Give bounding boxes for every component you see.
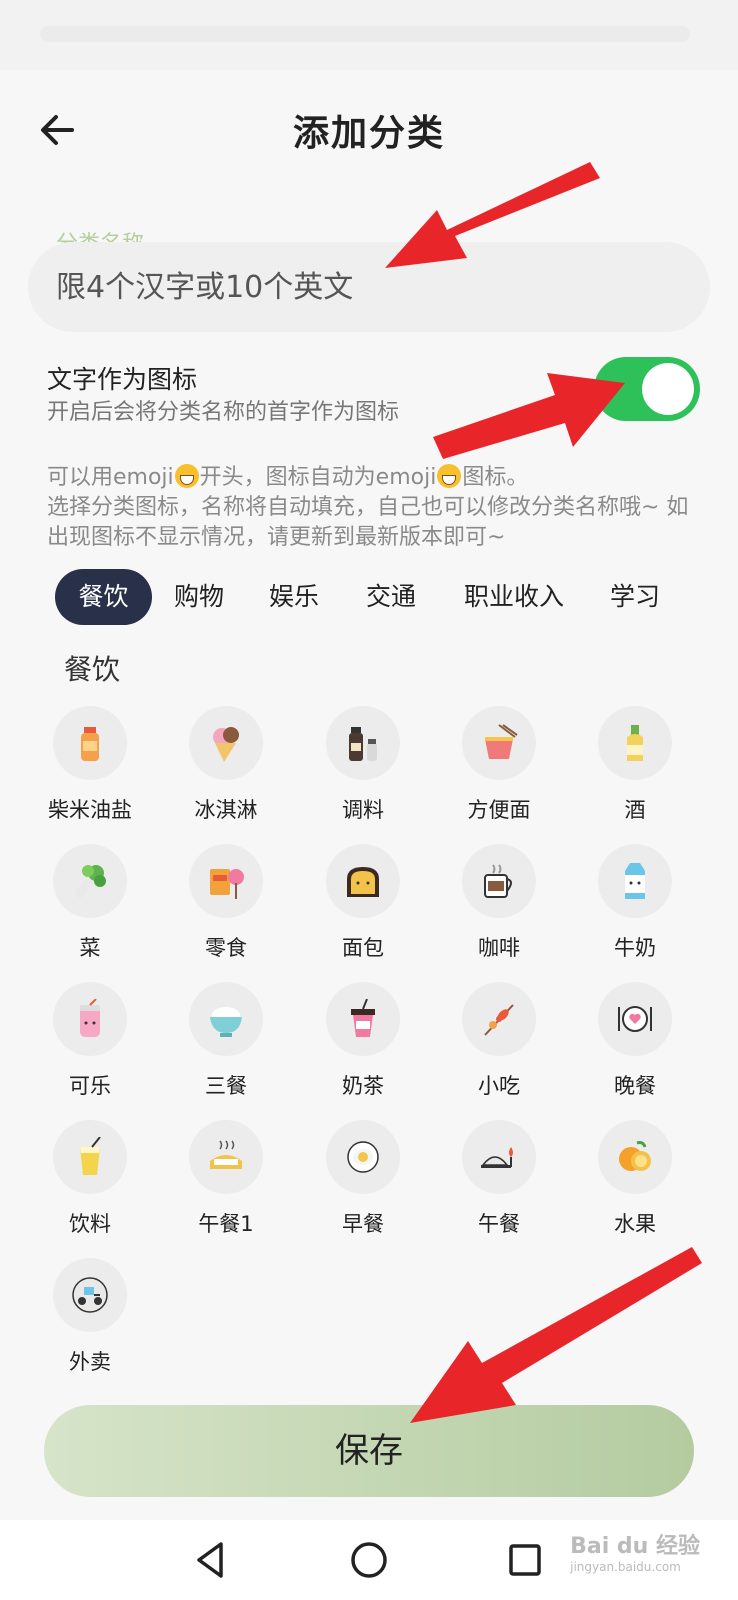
category-icon-label: 午餐 [478, 1212, 520, 1236]
skewer-icon [462, 982, 536, 1056]
rice-bowl-icon [189, 982, 263, 1056]
milk-tea-icon [326, 982, 400, 1056]
category-icon-label: 牛奶 [614, 936, 656, 960]
hint-text: 可以用emoji 开头，图标自动为emoji 图标。 选择分类图标，名称将自动填充，… [47, 463, 707, 553]
category-icon-label: 咖啡 [478, 936, 520, 960]
category-icon-item[interactable]: 牛奶 [565, 844, 705, 964]
wine-bottle-icon [598, 706, 672, 780]
category-icon-item[interactable]: 早餐 [293, 1120, 433, 1240]
toggle-knob [642, 363, 694, 415]
category-icon-label: 冰淇淋 [194, 798, 258, 822]
fried-egg-icon [326, 1120, 400, 1194]
category-icon-item[interactable]: 晚餐 [565, 982, 705, 1102]
ice-cream-icon [189, 706, 263, 780]
category-icon-item[interactable]: 午餐1 [156, 1120, 296, 1240]
category-icon-label: 奶茶 [342, 1074, 384, 1098]
category-icon-label: 调料 [342, 798, 384, 822]
category-icon-label: 酒 [624, 798, 646, 822]
category-icon-item[interactable]: 面包 [293, 844, 433, 964]
hint-part-1: 可以用emoji [47, 465, 174, 490]
orange-icon [598, 1120, 672, 1194]
instant-noodle-icon [462, 706, 536, 780]
coffee-icon [462, 844, 536, 918]
category-icon-label: 菜 [79, 936, 101, 960]
category-icon-item[interactable]: 柴米油盐 [20, 706, 160, 826]
text-icon-option-subtitle: 开启后会将分类名称的首字作为图标 [47, 400, 400, 425]
nav-home-icon[interactable] [343, 1534, 395, 1586]
lunch-box-icon [189, 1120, 263, 1194]
page-title: 添加分类 [292, 113, 445, 154]
tab-career-income[interactable]: 职业收入 [454, 569, 574, 625]
seasoning-icon [326, 706, 400, 780]
snack-icon [189, 844, 263, 918]
category-icon-item[interactable]: 咖啡 [429, 844, 569, 964]
hint-part-2: 开头，图标自动为emoji [199, 465, 437, 490]
save-button[interactable]: 保存 [44, 1405, 694, 1497]
nav-recents-icon[interactable] [499, 1534, 551, 1586]
text-icon-option-title: 文字作为图标 [47, 365, 198, 394]
category-icon-label: 外卖 [69, 1350, 111, 1374]
category-icon-item[interactable]: 午餐 [429, 1120, 569, 1240]
tab-shopping[interactable]: 购物 [160, 569, 238, 625]
lunch-tray-icon [462, 1120, 536, 1194]
tab-transport[interactable]: 交通 [352, 569, 430, 625]
category-icon-item[interactable]: 水果 [565, 1120, 705, 1240]
hint-part-3: 图标。 [462, 465, 529, 490]
category-icon-item[interactable]: 酒 [565, 706, 705, 826]
text-icon-toggle[interactable] [594, 357, 700, 421]
tab-entertainment[interactable]: 娱乐 [255, 569, 333, 625]
category-icon-label: 早餐 [342, 1212, 384, 1236]
grinning-emoji-icon [437, 464, 462, 488]
juice-icon [53, 1120, 127, 1194]
status-bar [0, 0, 738, 70]
grinning-emoji-icon [174, 464, 199, 488]
category-icon-item[interactable]: 菜 [20, 844, 160, 964]
category-icon-label: 零食 [205, 936, 247, 960]
milk-icon [598, 844, 672, 918]
category-icon-label: 午餐1 [198, 1212, 254, 1236]
delivery-scooter-icon [53, 1258, 127, 1332]
category-icon-label: 水果 [614, 1212, 656, 1236]
category-icon-label: 面包 [342, 936, 384, 960]
header: 添加分类 [0, 90, 738, 170]
category-icon-item[interactable]: 外卖 [20, 1258, 160, 1378]
category-icon-label: 小吃 [478, 1074, 520, 1098]
category-icon-label: 方便面 [467, 798, 531, 822]
vegetable-icon [53, 844, 127, 918]
category-icon-item[interactable]: 小吃 [429, 982, 569, 1102]
tab-study[interactable]: 学习 [596, 569, 674, 625]
category-icon-item[interactable]: 可乐 [20, 982, 160, 1102]
hint-line-2: 选择分类图标，名称将自动填充，自己也可以修改分类名称哦~ 如出现图标不显示情况，… [47, 495, 689, 550]
category-icon-item[interactable]: 调料 [293, 706, 433, 826]
category-icon-item[interactable]: 饮料 [20, 1120, 160, 1240]
category-icon-item[interactable]: 奶茶 [293, 982, 433, 1102]
watermark: Bai du 经验 jingyan.baidu.com [570, 1534, 700, 1574]
category-icon-item[interactable]: 零食 [156, 844, 296, 964]
category-icon-item[interactable]: 方便面 [429, 706, 569, 826]
category-icon-label: 柴米油盐 [48, 798, 132, 822]
oil-bottle-icon [53, 706, 127, 780]
category-name-input[interactable] [28, 242, 710, 332]
category-icon-item[interactable]: 冰淇淋 [156, 706, 296, 826]
category-icon-label: 晚餐 [614, 1074, 656, 1098]
section-title: 餐饮 [64, 653, 121, 686]
nav-back-icon[interactable] [185, 1534, 237, 1586]
category-icon-label: 三餐 [205, 1074, 247, 1098]
category-tabs: 餐饮 购物 娱乐 交通 职业收入 学习 [0, 569, 738, 625]
dinner-plate-icon [598, 982, 672, 1056]
category-icon-label: 饮料 [69, 1212, 111, 1236]
category-icon-item[interactable]: 三餐 [156, 982, 296, 1102]
bread-icon [326, 844, 400, 918]
tab-dining[interactable]: 餐饮 [55, 569, 152, 625]
save-label: 保存 [335, 1431, 403, 1471]
cola-icon [53, 982, 127, 1056]
category-icon-label: 可乐 [69, 1074, 111, 1098]
